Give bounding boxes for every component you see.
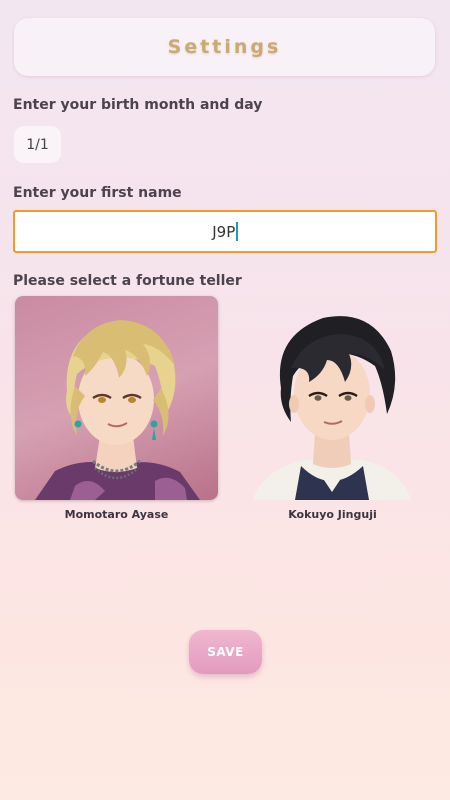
- first-name-input[interactable]: J9P: [13, 210, 437, 253]
- momotaro-portrait: [35, 320, 200, 500]
- teller-name-momotaro: Momotaro Ayase: [64, 508, 169, 521]
- teller-name-kokuyo: Kokuyo Jinguji: [288, 508, 377, 521]
- settings-header: Settings: [14, 18, 435, 76]
- fortune-teller-label: Please select a fortune teller: [13, 273, 242, 289]
- text-caret: [236, 222, 238, 241]
- save-button[interactable]: SAVE: [189, 630, 262, 674]
- birthday-field[interactable]: 1/1: [14, 126, 61, 163]
- page-title: Settings: [167, 36, 282, 58]
- first-name-label: Enter your first name: [13, 185, 182, 201]
- kokuyo-portrait: [253, 316, 411, 500]
- fortune-teller-card-momotaro[interactable]: [15, 296, 218, 500]
- first-name-value: J9P: [212, 222, 236, 241]
- fortune-teller-card-kokuyo[interactable]: [231, 296, 434, 500]
- birthday-label: Enter your birth month and day: [13, 97, 263, 113]
